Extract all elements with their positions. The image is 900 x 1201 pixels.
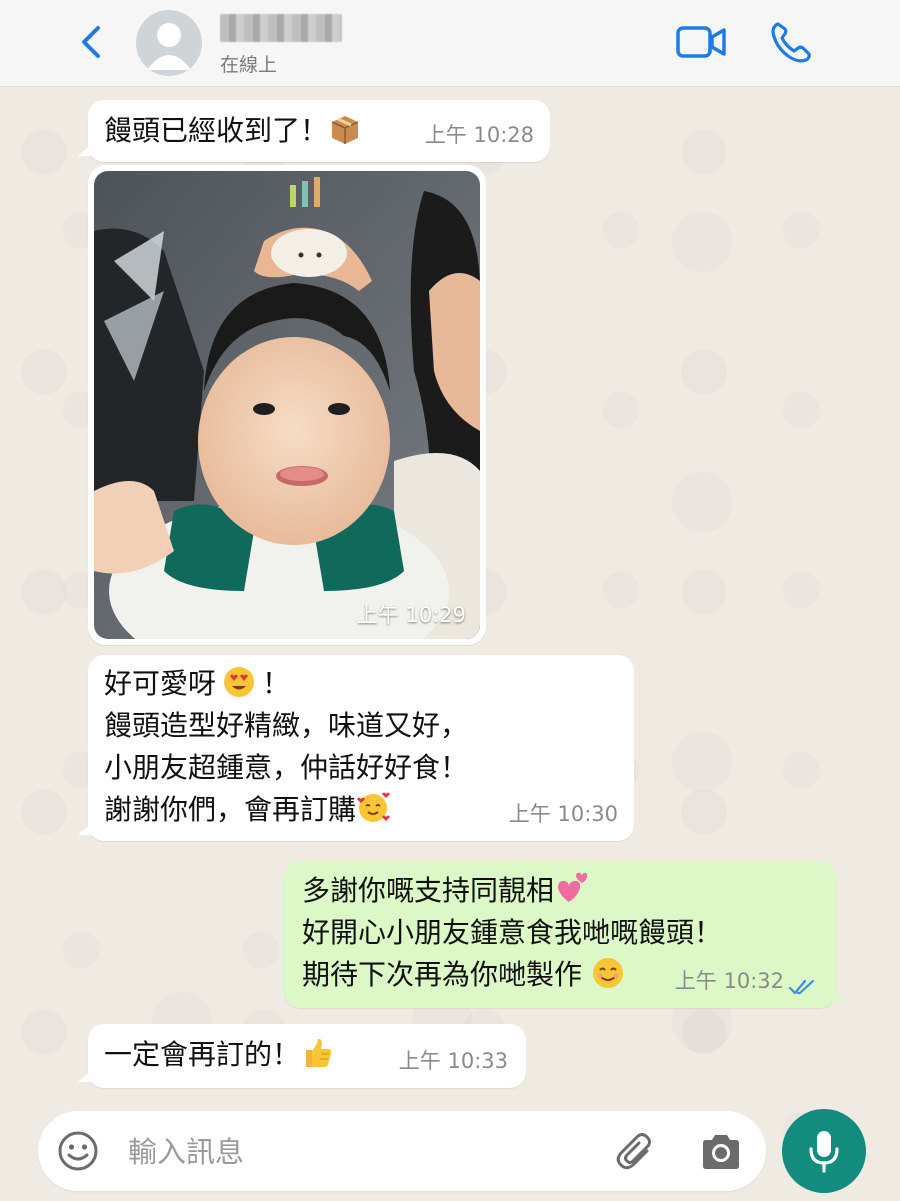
message-bubble-incoming[interactable]: 一定會再訂的！ 上午 10:33: [78, 1024, 526, 1088]
message-photo-incoming[interactable]: 上午 10:29: [88, 165, 486, 645]
chevron-left-icon: [82, 26, 100, 58]
text-segment: 謝謝你們，會再訂購: [104, 793, 357, 826]
message-input[interactable]: [126, 1129, 600, 1175]
message-line: 小朋友超鍾意，仲話好好食！: [104, 751, 469, 784]
message-time: 上午 10:29: [356, 603, 466, 627]
heart-eyes-emoji-icon: [224, 667, 255, 697]
camera-button[interactable]: [698, 1131, 744, 1173]
attach-button[interactable]: [614, 1129, 660, 1175]
message-text: 一定會再訂的！: [104, 1034, 334, 1076]
message-line: 好可愛呀 ！: [104, 663, 468, 705]
video-camera-icon: [676, 26, 726, 58]
double-check-read-icon: [788, 979, 815, 995]
avatar[interactable]: [136, 10, 202, 76]
message-text: 多謝你嘅支持同靚相 好開心小朋友鍾意食我哋嘅饅頭！ 期待下次再為你哋製作: [302, 870, 722, 996]
text-segment: 多謝你嘅支持同靚相: [302, 874, 555, 907]
smiling-face-emoji-icon: [592, 958, 623, 988]
message-line: 好開心小朋友鍾意食我哋嘅饅頭！: [302, 916, 723, 949]
message-bubble-outgoing[interactable]: 多謝你嘅支持同靚相 好開心小朋友鍾意食我哋嘅饅頭！ 期待下次再為你哋製作 上午 …: [284, 862, 846, 1008]
message-compose-bar: [38, 1111, 766, 1191]
message-time: 上午 10:33: [398, 1049, 508, 1073]
bubble-tail: [78, 823, 92, 835]
voice-call-button[interactable]: [766, 18, 816, 66]
voice-message-button[interactable]: [782, 1109, 866, 1193]
text-segment: ！: [262, 667, 291, 700]
bubble-tail: [78, 1070, 92, 1082]
back-button[interactable]: [70, 20, 114, 64]
message-line: 多謝你嘅支持同靚相: [302, 870, 722, 912]
chat-header: 在線上: [0, 0, 900, 87]
bubble-tail: [832, 990, 846, 1002]
emoji-button[interactable]: [56, 1129, 100, 1173]
message-time: 上午 10:32: [674, 969, 784, 993]
contact-name-redacted: [220, 14, 342, 42]
video-call-button[interactable]: [672, 20, 732, 64]
text-segment: 期待下次再為你哋製作: [302, 958, 583, 991]
camera-icon: [703, 1135, 739, 1169]
message-text: 好可愛呀 ！ 饅頭造型好精緻，味道又好， 小朋友超鍾意，仲話好好食！ 謝謝你們，會…: [104, 663, 468, 831]
phone-icon: [771, 22, 811, 63]
message-line: 饅頭造型好精緻，味道又好，: [104, 709, 469, 742]
package-emoji-icon: [331, 116, 359, 144]
thumbs-up-emoji-icon: [306, 1038, 332, 1067]
message-line: 一定會再訂的！: [104, 1038, 301, 1071]
smiling-face-with-hearts-emoji-icon: [357, 792, 391, 822]
photo-image: [94, 171, 480, 639]
paperclip-icon: [616, 1133, 651, 1170]
default-avatar-icon: [147, 23, 191, 70]
message-line: 謝謝你們，會再訂購: [104, 789, 468, 831]
smiley-icon: [58, 1131, 98, 1171]
message-line: 饅頭已經收到了！: [104, 114, 329, 147]
text-segment: 好可愛呀: [104, 667, 217, 700]
photo-toddler-with-cake-toy[interactable]: 上午 10:29: [94, 171, 480, 639]
message-time: 上午 10:30: [508, 802, 618, 826]
message-bubble-incoming[interactable]: 好可愛呀 ！ 饅頭造型好精緻，味道又好， 小朋友超鍾意，仲話好好食！ 謝謝你們，會…: [78, 655, 634, 841]
message-bubble-incoming[interactable]: 饅頭已經收到了！ 上午 10:28: [78, 100, 550, 162]
bubble-tail: [78, 144, 92, 156]
two-hearts-emoji-icon: [558, 872, 588, 902]
message-text: 饅頭已經收到了！: [104, 110, 362, 152]
message-time: 上午 10:28: [424, 123, 534, 147]
contact-status: 在線上: [220, 54, 278, 76]
microphone-icon: [809, 1131, 839, 1173]
message-line: 期待下次再為你哋製作: [302, 954, 722, 996]
